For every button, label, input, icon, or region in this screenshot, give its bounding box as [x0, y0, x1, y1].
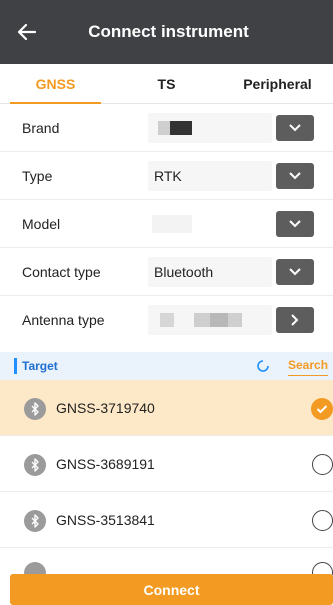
target-label: Target: [22, 359, 58, 373]
model-row: Model: [0, 200, 333, 248]
connect-button[interactable]: Connect: [10, 574, 333, 605]
brand-dropdown-button[interactable]: [276, 115, 314, 141]
page-title: Connect instrument: [88, 22, 249, 41]
tab-gnss[interactable]: GNSS: [0, 64, 111, 104]
antenna-value-redacted-3: [210, 313, 228, 327]
checked-radio-icon[interactable]: [311, 398, 333, 420]
tab-bar: GNSS TS Peripheral: [0, 64, 333, 104]
contact-type-label: Contact type: [22, 264, 101, 280]
chevron-down-icon: [289, 268, 301, 276]
antenna-type-label: Antenna type: [22, 312, 105, 328]
type-dropdown-button[interactable]: [276, 163, 314, 189]
chevron-down-icon: [289, 172, 301, 180]
type-row: Type RTK: [0, 152, 333, 200]
antenna-type-next-button[interactable]: [276, 307, 314, 333]
brand-row: Brand: [0, 104, 333, 152]
brand-field[interactable]: [148, 113, 272, 143]
chevron-down-icon: [289, 220, 301, 228]
antenna-type-field[interactable]: [148, 305, 272, 335]
model-dropdown-button[interactable]: [276, 211, 314, 237]
type-label: Type: [22, 168, 53, 184]
target-marker: [14, 358, 17, 374]
device-name: GNSS-3719740: [56, 400, 155, 416]
bluetooth-icon: [24, 454, 46, 476]
loading-spinner-icon: [257, 360, 269, 372]
target-header: Target Search: [0, 352, 333, 380]
chevron-down-icon: [289, 124, 301, 132]
device-row[interactable]: GNSS-3513841: [0, 492, 333, 548]
radio-button[interactable]: [312, 510, 333, 531]
brand-label: Brand: [22, 120, 60, 136]
top-bar: Connect instrument: [0, 0, 333, 64]
antenna-value-redacted: [160, 313, 174, 327]
bluetooth-icon: [24, 398, 46, 420]
device-name: GNSS-3689191: [56, 456, 155, 472]
type-field[interactable]: RTK: [148, 161, 272, 191]
tab-peripheral[interactable]: Peripheral: [222, 64, 333, 103]
brand-value-redacted: [170, 121, 192, 135]
brand-value-redacted-2: [158, 121, 170, 135]
contact-type-dropdown-button[interactable]: [276, 259, 314, 285]
chevron-right-icon: [291, 314, 299, 326]
search-link[interactable]: Search: [288, 352, 329, 376]
model-value-redacted: [152, 215, 192, 233]
contact-type-row: Contact type Bluetooth: [0, 248, 333, 296]
radio-button[interactable]: [312, 454, 333, 475]
model-field[interactable]: [148, 209, 272, 239]
antenna-type-row: Antenna type: [0, 296, 333, 344]
device-name: GNSS-3513841: [56, 512, 155, 528]
device-row[interactable]: GNSS-3689191: [0, 436, 333, 492]
contact-type-field[interactable]: Bluetooth: [148, 257, 272, 287]
model-label: Model: [22, 216, 61, 232]
tab-ts[interactable]: TS: [111, 64, 222, 103]
bluetooth-icon: [24, 510, 46, 532]
device-row[interactable]: GNSS-3719740: [0, 380, 333, 436]
